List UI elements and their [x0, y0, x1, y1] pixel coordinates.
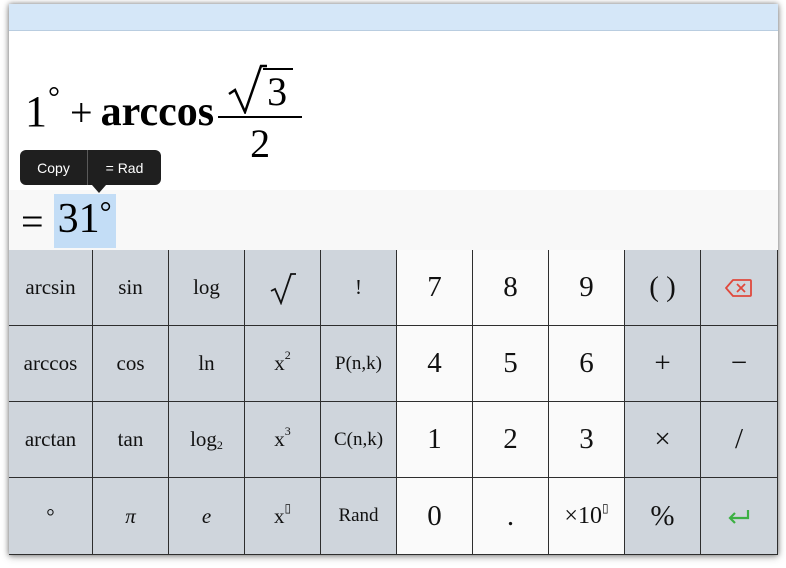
square-key[interactable]: x2 [245, 326, 321, 402]
result-display[interactable]: = 31° [21, 194, 116, 248]
expression-function: arccos [100, 89, 215, 135]
backspace-key[interactable] [701, 250, 778, 326]
expression-operator: + [70, 89, 93, 135]
cos-key[interactable]: cos [93, 326, 169, 402]
sqrt-key[interactable] [245, 250, 321, 326]
square-root-icon [270, 272, 296, 305]
arccos-key[interactable]: arccos [9, 326, 93, 402]
context-popup: Copy = Rad [20, 150, 161, 193]
enter-icon [728, 510, 750, 524]
digit-8-key[interactable]: 8 [473, 250, 549, 326]
power-base: x [273, 503, 285, 528]
copy-button[interactable]: Copy [20, 150, 88, 185]
log2-base: log [190, 427, 217, 451]
title-bar [9, 4, 778, 31]
digit-6-key[interactable]: 6 [549, 326, 625, 402]
expression-term-value: 1 [25, 87, 47, 136]
log2-subscript: 2 [216, 438, 223, 452]
power-exponent-placeholder: ▯ [284, 500, 292, 515]
power-key[interactable]: x ▯ [245, 478, 321, 555]
sci-exponent-placeholder: ▯ [601, 500, 609, 515]
cube-key[interactable]: x3 [245, 402, 321, 478]
ln-key[interactable]: ln [169, 326, 245, 402]
degree-key[interactable]: ° [9, 478, 93, 555]
result-degree-symbol: ° [99, 196, 112, 229]
sin-key[interactable]: sin [93, 250, 169, 326]
calculator-window: 1 ° + arccos 3 2 = 31° Copy = Rad arcsin… [9, 4, 778, 555]
euler-key[interactable]: e [169, 478, 245, 555]
minus-key[interactable]: − [701, 326, 778, 402]
digit-2-key[interactable]: 2 [473, 402, 549, 478]
digit-3-key[interactable]: 3 [549, 402, 625, 478]
log2-key[interactable]: log 2 [169, 402, 245, 478]
fraction-bar [218, 116, 303, 118]
sci-base: ×10 [564, 502, 602, 529]
fraction-numerator: 3 [227, 58, 294, 114]
tan-key[interactable]: tan [93, 402, 169, 478]
random-key[interactable]: Rand [321, 478, 397, 555]
backspace-icon [725, 278, 752, 297]
digit-7-key[interactable]: 7 [397, 250, 473, 326]
result-value-selected[interactable]: 31° [53, 194, 116, 248]
parentheses-key[interactable]: ( ) [625, 250, 701, 326]
square-base: x [274, 351, 285, 375]
cube-base: x [274, 427, 285, 451]
pi-label: π [125, 503, 136, 528]
scientific-notation-key[interactable]: ×10 ▯ [549, 478, 625, 555]
decimal-point-key[interactable]: . [473, 478, 549, 555]
keypad: arcsin sin log ! 7 8 9 ( ) arccos cos ln… [9, 250, 778, 555]
euler-label: e [201, 503, 212, 528]
digit-1-key[interactable]: 1 [397, 402, 473, 478]
result-equals: = [21, 198, 44, 244]
multiply-key[interactable]: × [625, 402, 701, 478]
enter-key[interactable] [701, 478, 778, 555]
digit-4-key[interactable]: 4 [397, 326, 473, 402]
cube-exponent: 3 [284, 424, 291, 438]
convert-to-rad-button[interactable]: = Rad [88, 150, 161, 185]
square-exponent: 2 [284, 348, 291, 362]
popup-arrow [92, 185, 106, 193]
plus-key[interactable]: + [625, 326, 701, 402]
fraction-denominator: 2 [250, 121, 271, 166]
arctan-key[interactable]: arctan [9, 402, 93, 478]
numerator-radicand: 3 [263, 68, 294, 114]
percent-key[interactable]: % [625, 478, 701, 555]
digit-0-key[interactable]: 0 [397, 478, 473, 555]
divide-key[interactable]: / [701, 402, 778, 478]
combination-key[interactable]: C(n,k) [321, 402, 397, 478]
factorial-key[interactable]: ! [321, 250, 397, 326]
permutation-key[interactable]: P(n,k) [321, 326, 397, 402]
square-root-sign-icon [228, 64, 268, 114]
result-band [9, 190, 778, 250]
arcsin-key[interactable]: arcsin [9, 250, 93, 326]
expression-fraction: 3 2 [218, 58, 303, 166]
digit-5-key[interactable]: 5 [473, 326, 549, 402]
pi-key[interactable]: π [93, 478, 169, 555]
digit-9-key[interactable]: 9 [549, 250, 625, 326]
log-key[interactable]: log [169, 250, 245, 326]
result-value: 31 [57, 196, 100, 242]
expression-degree-symbol: ° [48, 81, 60, 114]
